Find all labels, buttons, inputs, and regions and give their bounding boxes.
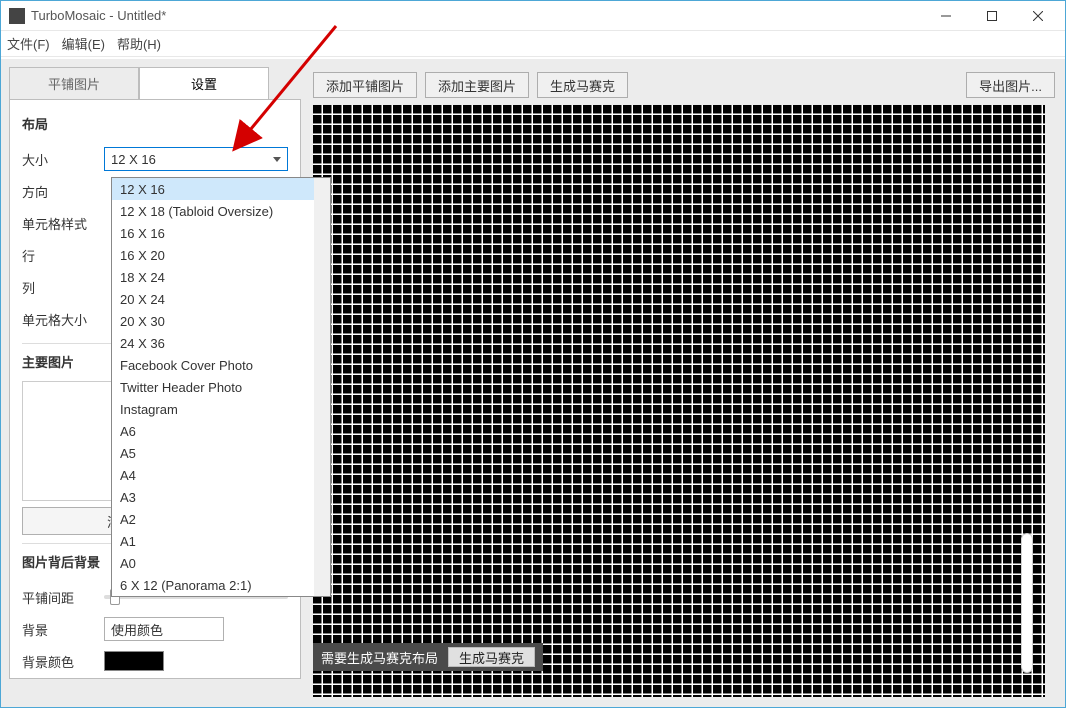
maximize-button[interactable] <box>969 1 1015 31</box>
menu-help[interactable]: 帮助(H) <box>117 34 161 53</box>
size-dropdown-list[interactable]: 12 X 1612 X 18 (Tabloid Oversize)16 X 16… <box>111 177 331 597</box>
size-label: 大小 <box>22 150 104 169</box>
size-option[interactable]: Twitter Header Photo <box>112 376 330 398</box>
size-option[interactable]: 20 X 24 <box>112 288 330 310</box>
bg-label: 背景 <box>22 620 104 639</box>
size-option[interactable]: 18 X 24 <box>112 266 330 288</box>
bgcolor-label: 背景颜色 <box>22 652 104 671</box>
cellstyle-label: 单元格样式 <box>22 214 104 233</box>
generate-mosaic-button[interactable]: 生成马赛克 <box>537 72 628 98</box>
size-option[interactable]: A5 <box>112 442 330 464</box>
status-message: 需要生成马赛克布局 <box>321 648 438 667</box>
size-option[interactable]: 24 X 36 <box>112 332 330 354</box>
size-option[interactable]: Facebook Cover Photo <box>112 354 330 376</box>
orientation-label: 方向 <box>22 182 104 201</box>
close-button[interactable] <box>1015 1 1061 31</box>
layout-heading: 布局 <box>22 114 288 133</box>
size-option[interactable]: 16 X 16 <box>112 222 330 244</box>
add-main-image-toolbar-button[interactable]: 添加主要图片 <box>425 72 529 98</box>
size-option[interactable]: A0 <box>112 552 330 574</box>
size-combobox-value: 12 X 16 <box>111 152 156 167</box>
app-icon <box>9 8 25 24</box>
size-option[interactable]: A2 <box>112 508 330 530</box>
size-option[interactable]: Instagram <box>112 398 330 420</box>
size-option[interactable]: 6 X 12 (Panorama 2:1) <box>112 574 330 596</box>
background-color-swatch[interactable] <box>104 651 164 671</box>
menu-edit[interactable]: 编辑(E) <box>62 34 105 53</box>
tab-settings[interactable]: 设置 <box>139 67 269 99</box>
cellsize-label: 单元格大小 <box>22 310 104 329</box>
rows-label: 行 <box>22 246 104 265</box>
export-image-button[interactable]: 导出图片... <box>966 72 1055 98</box>
size-combobox[interactable]: 12 X 16 <box>104 147 288 171</box>
mosaic-grid-preview <box>313 105 1045 697</box>
size-option[interactable]: 12 X 16 <box>112 178 330 200</box>
menu-file[interactable]: 文件(F) <box>7 34 50 53</box>
size-option[interactable]: A4 <box>112 464 330 486</box>
size-option[interactable]: 12 X 18 (Tabloid Oversize) <box>112 200 330 222</box>
size-option[interactable]: 20 X 30 <box>112 310 330 332</box>
spacing-label: 平铺间距 <box>22 588 104 607</box>
size-option[interactable]: A1 <box>112 530 330 552</box>
size-option[interactable]: A3 <box>112 486 330 508</box>
tab-tiles[interactable]: 平铺图片 <box>9 67 139 99</box>
add-tile-images-button[interactable]: 添加平铺图片 <box>313 72 417 98</box>
size-option[interactable]: A6 <box>112 420 330 442</box>
window-title: TurboMosaic - Untitled* <box>31 8 166 23</box>
size-option[interactable]: 16 X 20 <box>112 244 330 266</box>
minimize-button[interactable] <box>923 1 969 31</box>
cols-label: 列 <box>22 278 104 297</box>
status-generate-button[interactable]: 生成马赛克 <box>448 647 535 667</box>
zoom-slider[interactable] <box>1021 533 1033 673</box>
status-bar: 需要生成马赛克布局 生成马赛克 <box>313 643 543 671</box>
dropdown-scrollbar[interactable] <box>314 178 330 596</box>
background-mode-combobox[interactable]: 使用颜色 <box>104 617 224 641</box>
chevron-down-icon <box>273 157 281 162</box>
